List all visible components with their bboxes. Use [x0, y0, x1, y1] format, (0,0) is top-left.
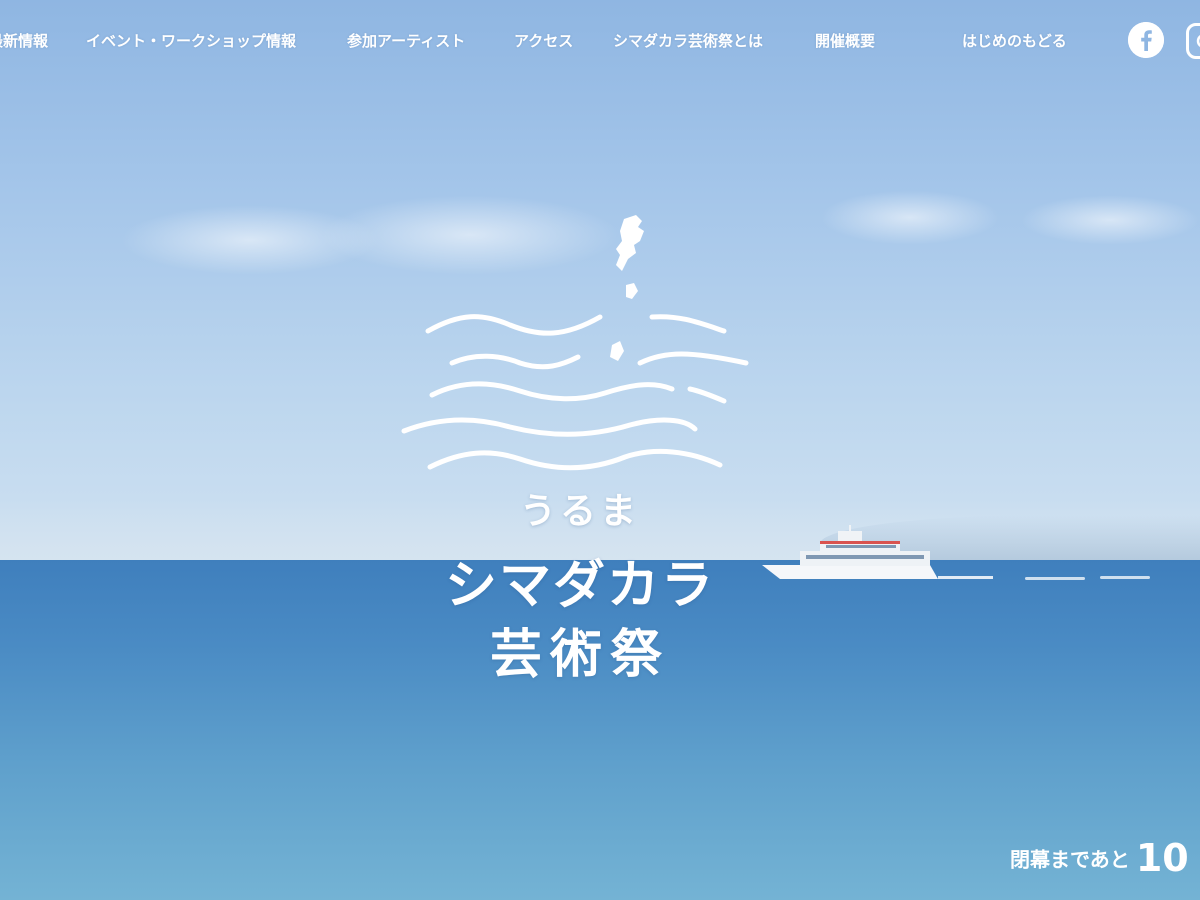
top-navigation: 最新情報 イベント・ワークショップ情報 参加アーティスト アクセス シマダカラ芸… [0, 0, 1200, 80]
nav-item-overview[interactable]: 開催概要 [815, 30, 875, 52]
cloud [1020, 195, 1200, 245]
nav-item-access[interactable]: アクセス [514, 30, 573, 52]
nav-item-artists[interactable]: 参加アーティスト [347, 30, 465, 52]
instagram-glyph [1196, 34, 1200, 48]
facebook-icon[interactable] [1128, 22, 1164, 58]
cloud [820, 190, 1000, 245]
countdown-label: 閉幕まであと [1010, 847, 1130, 872]
closing-countdown: 閉幕まであと 10 [1010, 836, 1189, 886]
nav-item-beginning[interactable]: はじめのもどる [962, 30, 1067, 52]
nav-item-news[interactable]: 最新情報 [0, 30, 48, 52]
ferry-boat [762, 525, 993, 579]
wave-foam [1025, 577, 1085, 580]
nav-item-events[interactable]: イベント・ワークショップ情報 [86, 30, 296, 52]
nav-item-about[interactable]: シマダカラ芸術祭とは [613, 30, 763, 52]
countdown-days: 10 [1135, 836, 1189, 880]
logo-title-shimadakara: シマダカラ [444, 555, 715, 616]
facebook-glyph [1128, 22, 1164, 58]
festival-logo-waves [401, 215, 749, 471]
logo-title-geijutsusai: 芸術祭 [489, 624, 670, 685]
wave-foam [1100, 576, 1150, 579]
logo-title-uruma: うるま [519, 490, 640, 532]
instagram-icon[interactable] [1186, 23, 1200, 59]
